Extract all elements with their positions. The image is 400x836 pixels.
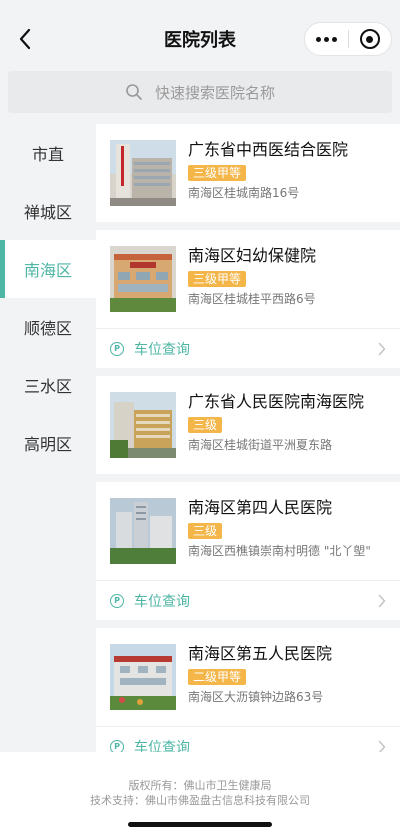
hospital-address: 南海区西樵镇崇南村明德 "北丫塱"	[188, 544, 371, 558]
parking-query-label: 车位查询	[134, 593, 190, 610]
sidebar-item-sanshui[interactable]: 三水区	[0, 356, 96, 414]
hospital-level-badge: 三级	[188, 523, 223, 539]
hospital-list: 广东省中西医结合医院 三级甲等 南海区桂城南路16号 南海区妇幼保健院 三级甲等…	[96, 124, 400, 774]
search-placeholder: 快速搜索医院名称	[154, 83, 275, 102]
chevron-right-icon	[378, 342, 386, 356]
hospital-card-main[interactable]: 南海区妇幼保健院 三级甲等 南海区桂城桂平西路6号	[96, 230, 400, 328]
hospital-card: 广东省人民医院南海医院 三级 南海区桂城街道平洲夏东路	[96, 376, 400, 474]
tech-support-text: 技术支持：佛山市佛盈盘古信息科技有限公司	[90, 794, 310, 807]
hospital-card: 南海区第四人民医院 三级 南海区西樵镇崇南村明德 "北丫塱" P 车位查询	[96, 482, 400, 620]
hospital-card: 南海区妇幼保健院 三级甲等 南海区桂城桂平西路6号 P 车位查询	[96, 230, 400, 368]
chevron-right-icon	[378, 594, 386, 608]
hospital-level-badge: 二级甲等	[188, 669, 247, 685]
parking-icon: P	[110, 593, 124, 608]
parking-query-label: 车位查询	[134, 341, 190, 358]
navigation-bar: 医院列表	[0, 0, 400, 72]
hospital-level-badge: 三级甲等	[188, 165, 247, 181]
hospital-level-badge: 三级	[188, 417, 223, 433]
hospital-name: 南海区第四人民医院	[188, 498, 333, 517]
hospital-name: 南海区第五人民医院	[188, 644, 333, 663]
hospital-address: 南海区桂城桂平西路6号	[188, 292, 316, 306]
district-sidebar: 市直 禅城区 南海区 顺德区 三水区 高明区	[0, 124, 96, 752]
back-button[interactable]	[12, 24, 38, 54]
hospital-level-badge: 三级甲等	[188, 271, 247, 287]
hospital-photo	[110, 644, 176, 710]
hospital-address: 南海区桂城南路16号	[188, 186, 300, 200]
hospital-address: 南海区桂城街道平洲夏东路	[188, 438, 333, 452]
hospital-card-main[interactable]: 广东省人民医院南海医院 三级 南海区桂城街道平洲夏东路	[96, 376, 400, 474]
hospital-photo	[110, 140, 176, 206]
copyright-text: 版权所有：佛山市卫生健康局	[128, 779, 272, 792]
more-button[interactable]	[305, 23, 348, 55]
hospital-card-main[interactable]: 南海区第五人民医院 二级甲等 南海区大沥镇钟边路63号	[96, 628, 400, 726]
hospital-address: 南海区大沥镇钟边路63号	[188, 690, 324, 704]
search-icon	[126, 84, 142, 100]
hospital-card: 广东省中西医结合医院 三级甲等 南海区桂城南路16号	[96, 124, 400, 222]
hospital-photo	[110, 392, 176, 458]
hospital-photo	[110, 498, 176, 564]
more-dots-icon	[315, 36, 337, 42]
parking-icon: P	[110, 341, 124, 356]
hospital-name: 广东省人民医院南海医院	[188, 392, 365, 411]
hospital-name: 南海区妇幼保健院	[188, 246, 317, 265]
close-mini-program-button[interactable]	[348, 23, 391, 55]
sidebar-item-shunde[interactable]: 顺德区	[0, 298, 96, 356]
parking-query-button[interactable]: P 车位查询	[96, 328, 400, 368]
sidebar-item-gaoming[interactable]: 高明区	[0, 414, 96, 472]
sidebar-item-chancheng[interactable]: 禅城区	[0, 182, 96, 240]
chevron-left-icon	[19, 28, 31, 50]
parking-query-button[interactable]: P 车位查询	[96, 580, 400, 620]
search-input[interactable]: 快速搜索医院名称	[8, 71, 392, 113]
sidebar-item-shizhi[interactable]: 市直	[0, 124, 96, 182]
target-icon	[359, 29, 380, 49]
hospital-photo	[110, 246, 176, 312]
sidebar-item-nanhai[interactable]: 南海区	[0, 240, 96, 298]
mini-program-capsule	[304, 22, 392, 56]
home-indicator	[128, 822, 272, 827]
hospital-name: 广东省中西医结合医院	[188, 140, 349, 159]
hospital-card-main[interactable]: 广东省中西医结合医院 三级甲等 南海区桂城南路16号	[96, 124, 400, 222]
hospital-card-main[interactable]: 南海区第四人民医院 三级 南海区西樵镇崇南村明德 "北丫塱"	[96, 482, 400, 580]
hospital-card: 南海区第五人民医院 二级甲等 南海区大沥镇钟边路63号 P 车位查询	[96, 628, 400, 766]
